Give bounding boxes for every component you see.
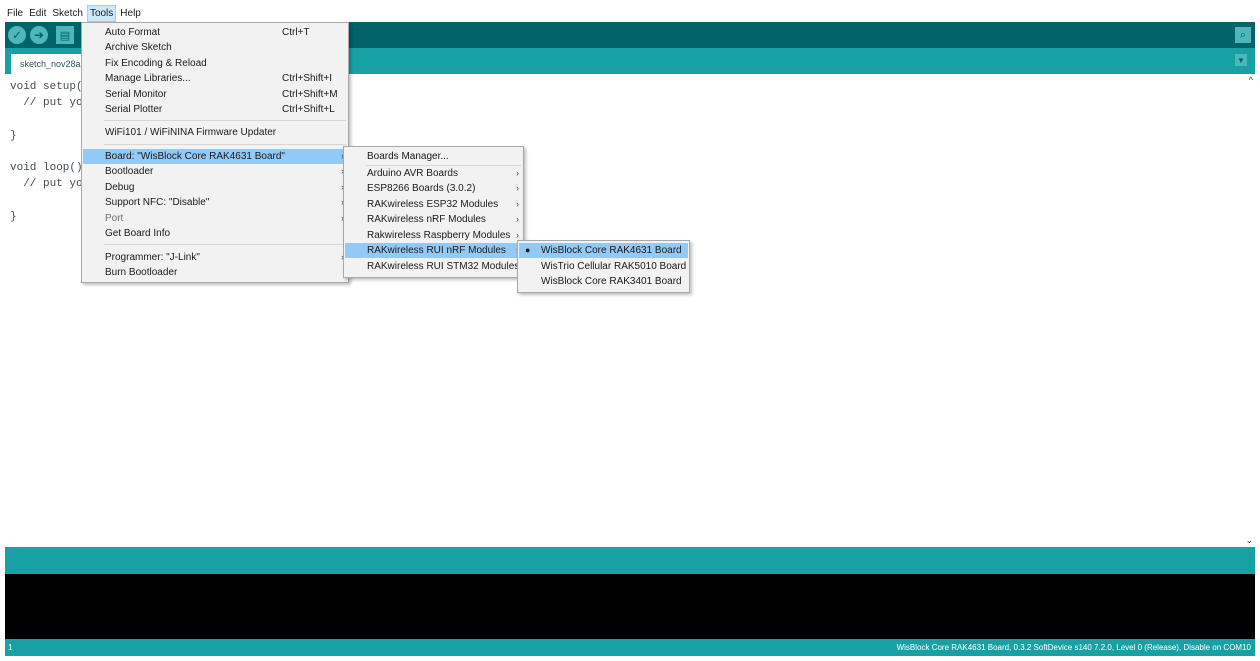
rui-nrf-submenu: ● WisBlock Core RAK4631 Board WisTrio Ce… (517, 240, 690, 293)
menu-sketch[interactable]: Sketch (50, 5, 85, 22)
menu-item-rak-rui-nrf[interactable]: RAKwireless RUI nRF Modules › (345, 243, 522, 258)
tab-menu-button[interactable]: ▼ (1235, 54, 1247, 66)
submenu-arrow-icon: › (516, 214, 519, 224)
magnifier-icon: ⌕ (1239, 28, 1247, 41)
menu-item-debug[interactable]: Debug › (83, 180, 347, 195)
menu-tools[interactable]: Tools (86, 4, 117, 22)
shortcut-label: Ctrl+Shift+M (282, 89, 338, 100)
shortcut-label: Ctrl+T (282, 27, 310, 38)
console-output (5, 574, 1255, 639)
menu-item-programmer[interactable]: Programmer: "J-Link" › (83, 250, 347, 265)
menu-item-label: Bootloader (105, 166, 154, 177)
menu-item-firmware-updater[interactable]: WiFi101 / WiFiNINA Firmware Updater (83, 125, 347, 140)
menu-item-esp8266[interactable]: ESP8266 Boards (3.0.2) › (345, 181, 522, 196)
menu-item-get-board-info[interactable]: Get Board Info (83, 226, 347, 241)
menu-item-serial-monitor[interactable]: Serial Monitor Ctrl+Shift+M (83, 87, 347, 102)
menu-separator (104, 244, 346, 245)
menu-item-label: Programmer: "J-Link" (105, 252, 200, 263)
menu-item-label: Arduino AVR Boards (367, 168, 458, 179)
menu-item-fix-encoding[interactable]: Fix Encoding & Reload (83, 56, 347, 71)
menu-item-rak-esp32[interactable]: RAKwireless ESP32 Modules › (345, 197, 522, 212)
menu-item-label: Port (105, 213, 124, 224)
menu-item-label: Rakwireless Raspberry Modules (367, 230, 511, 241)
menu-item-support-nfc[interactable]: Support NFC: "Disable" › (83, 195, 347, 210)
menu-item-label: RAKwireless RUI nRF Modules (367, 245, 506, 256)
menu-item-rak3401[interactable]: WisBlock Core RAK3401 Board (519, 274, 688, 289)
menu-item-label: Manage Libraries... (105, 73, 191, 84)
menu-item-label: RAKwireless ESP32 Modules (367, 199, 499, 210)
scroll-up-icon[interactable]: ^ (1249, 75, 1253, 85)
menu-item-label: Support NFC: "Disable" (105, 197, 210, 208)
submenu-arrow-icon: › (516, 183, 519, 193)
menu-item-rak5010[interactable]: WisTrio Cellular RAK5010 Board (519, 259, 688, 274)
scroll-down-icon[interactable]: ⌄ (1245, 535, 1253, 546)
menu-item-label: Auto Format (105, 27, 161, 38)
ide-window: File Edit Sketch Tools Help ✓ ➜ ▤ ⌕ sket… (5, 4, 1255, 656)
menu-item-archive-sketch[interactable]: Archive Sketch (83, 40, 347, 55)
menu-item-label: RAKwireless nRF Modules (367, 214, 486, 225)
chevron-down-icon: ▼ (1237, 55, 1245, 65)
menu-separator (104, 144, 346, 145)
menu-help[interactable]: Help (118, 5, 143, 22)
menu-item-rak-nrf[interactable]: RAKwireless nRF Modules › (345, 212, 522, 227)
menu-item-label: Serial Monitor (105, 89, 167, 100)
new-sketch-button[interactable]: ▤ (56, 26, 74, 44)
menu-item-rak-rpi[interactable]: Rakwireless Raspberry Modules › (345, 228, 522, 243)
menu-item-port: Port › (83, 211, 347, 226)
menu-item-arduino-avr[interactable]: Arduino AVR Boards › (345, 166, 522, 181)
board-info: WisBlock Core RAK4631 Board, 0.3.2 SoftD… (896, 643, 1251, 652)
menu-file[interactable]: File (5, 5, 25, 22)
menu-item-board[interactable]: Board: "WisBlock Core RAK4631 Board" › (83, 149, 347, 164)
upload-button[interactable]: ➜ (30, 26, 48, 44)
menu-item-boards-manager[interactable]: Boards Manager... (345, 149, 522, 164)
menu-item-label: RAKwireless RUI STM32 Modules (367, 261, 520, 272)
menu-item-serial-plotter[interactable]: Serial Plotter Ctrl+Shift+L (83, 102, 347, 117)
menu-bar: File Edit Sketch Tools Help (5, 4, 1255, 22)
menu-item-rak4631[interactable]: ● WisBlock Core RAK4631 Board (519, 243, 688, 258)
menu-item-rak-rui-stm32[interactable]: RAKwireless RUI STM32 Modules › (345, 259, 522, 274)
document-icon: ▤ (59, 29, 71, 42)
shortcut-label: Ctrl+Shift+I (282, 73, 333, 84)
menu-item-auto-format[interactable]: Auto Format Ctrl+T (83, 25, 347, 40)
menu-item-label: ESP8266 Boards (3.0.2) (367, 183, 476, 194)
submenu-arrow-icon: › (516, 199, 519, 209)
arrow-right-icon: ➜ (33, 28, 45, 42)
menu-separator (104, 120, 346, 121)
editor-console-divider[interactable] (5, 547, 1255, 574)
serial-monitor-button[interactable]: ⌕ (1235, 27, 1251, 43)
menu-item-label: WisBlock Core RAK4631 Board (541, 245, 682, 256)
menu-edit[interactable]: Edit (27, 5, 48, 22)
menu-item-burn-bootloader[interactable]: Burn Bootloader (83, 265, 347, 280)
shortcut-label: Ctrl+Shift+L (282, 104, 335, 115)
status-bar: 1 WisBlock Core RAK4631 Board, 0.3.2 Sof… (5, 639, 1255, 656)
selected-bullet-icon: ● (525, 245, 531, 255)
submenu-arrow-icon: › (516, 168, 519, 178)
menu-item-bootloader[interactable]: Bootloader › (83, 164, 347, 179)
menu-item-label: Serial Plotter (105, 104, 163, 115)
tools-menu: Auto Format Ctrl+T Archive Sketch Fix En… (81, 22, 349, 283)
verify-button[interactable]: ✓ (8, 26, 26, 44)
checkmark-icon: ✓ (11, 28, 23, 42)
menu-item-label: Debug (105, 182, 135, 193)
menu-item-manage-libraries[interactable]: Manage Libraries... Ctrl+Shift+I (83, 71, 347, 86)
board-submenu: Boards Manager... Arduino AVR Boards › E… (343, 146, 524, 278)
line-number: 1 (8, 643, 13, 652)
menu-item-label: Board: "WisBlock Core RAK4631 Board" (105, 151, 285, 162)
